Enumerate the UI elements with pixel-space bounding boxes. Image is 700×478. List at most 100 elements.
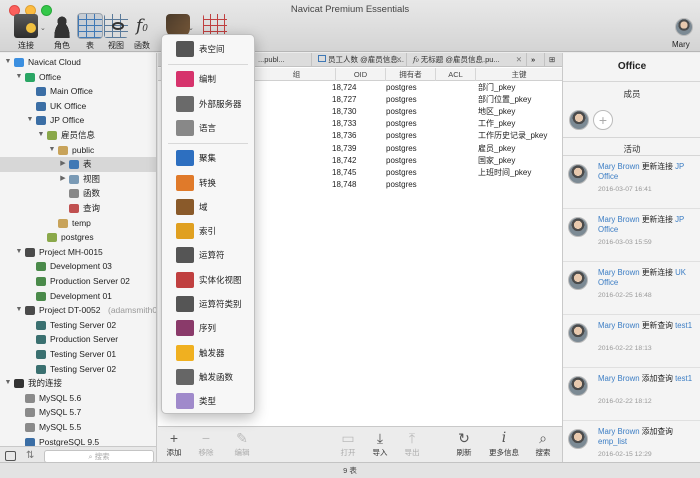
sidebar-item[interactable]: MySQL 5.5 — [0, 420, 156, 435]
sidebar-item[interactable]: Testing Server 01 — [0, 347, 156, 362]
sidebar-item[interactable]: ▼ JP Office — [0, 113, 156, 128]
activity-item[interactable]: Mary Brown 添加查询 test1 2016-02-22 18:12 — [563, 368, 700, 421]
column-header-oid[interactable]: OID — [336, 68, 386, 81]
view-button[interactable]: 视图 — [104, 14, 128, 51]
tab-objects[interactable]: ...publ... — [254, 53, 312, 67]
sidebar-item[interactable]: Development 03 — [0, 259, 156, 274]
menu-item[interactable]: 类型 — [162, 390, 254, 412]
more-info-button[interactable]: i 更多信息 — [486, 430, 522, 458]
activity-target[interactable]: test1 — [675, 374, 692, 383]
activity-target[interactable]: emp_list — [598, 437, 627, 446]
activity-item[interactable]: Mary Brown 更新连接 UK Office 2016-02-25 16:4… — [563, 262, 700, 315]
refresh-button[interactable]: ↻ 刷新 — [452, 430, 476, 458]
edit-button[interactable]: ✎ 编辑 — [230, 430, 254, 458]
activity-item[interactable]: Mary Brown 更新连接 JP Office 2016-03-07 16:4… — [563, 156, 700, 209]
activity-item[interactable]: Mary Brown 添加查询 emp_list 2016-02-15 12:29 — [563, 421, 700, 462]
column-header-owner[interactable]: 拥有者 — [386, 68, 436, 81]
sidebar-item[interactable]: Main Office — [0, 84, 156, 99]
sidebar-item[interactable]: 函数 — [0, 186, 156, 201]
disclosure-open-icon[interactable]: ▼ — [48, 143, 56, 158]
column-header-group[interactable]: 组 — [258, 68, 336, 81]
sidebar-item[interactable]: ▼ Project MH-0015 — [0, 245, 156, 260]
add-tab-icon[interactable]: ⊞ — [545, 53, 562, 67]
disclosure-closed-icon[interactable]: ▶ — [59, 157, 67, 172]
sidebar-item[interactable]: Production Server 02 — [0, 274, 156, 289]
sidebar-item[interactable]: Testing Server 02 — [0, 362, 156, 377]
menu-item[interactable]: 序列 — [162, 317, 254, 339]
activity-item[interactable]: Mary Brown 更新连接 JP Office 2016-03-03 15:5… — [563, 209, 700, 262]
column-header-primary-key[interactable]: 主键 — [476, 68, 562, 81]
sidebar-item[interactable]: ▼ Project DT-0052 (adamsmith07... — [0, 303, 156, 318]
tab-employee-count[interactable]: 员工人数 @雇员信息... ✕ — [312, 53, 407, 67]
sidebar-toggle-icon[interactable] — [5, 451, 16, 461]
menu-item[interactable]: 实体化视图 — [162, 269, 254, 291]
menu-item[interactable]: 聚集 — [162, 147, 254, 169]
sidebar-item[interactable]: ▼ 我的连接 — [0, 376, 156, 391]
disclosure-open-icon[interactable]: ▼ — [4, 376, 12, 391]
activity-user[interactable]: Mary Brown — [598, 374, 640, 383]
menu-item[interactable]: 外部服务器 — [162, 93, 254, 115]
column-header-acl[interactable]: ACL — [436, 68, 476, 81]
menu-item[interactable]: 运算符类别 — [162, 293, 254, 315]
close-tab-icon[interactable]: ✕ — [396, 53, 402, 67]
menu-item[interactable]: 运算符 — [162, 244, 254, 266]
disclosure-open-icon[interactable]: ▼ — [4, 55, 12, 70]
tab-overflow-icon[interactable]: » — [527, 53, 545, 67]
import-button[interactable]: ⤓ 导入 — [368, 430, 392, 458]
role-button[interactable]: 角色 — [50, 14, 74, 51]
disclosure-open-icon[interactable]: ▼ — [37, 128, 45, 143]
search-button[interactable]: ⌕ 搜索 — [530, 430, 556, 458]
export-button[interactable]: ⤒ 导出 — [400, 430, 424, 458]
connect-button[interactable]: 连接 — [12, 14, 40, 51]
function-button[interactable]: f0 函数 — [130, 14, 154, 51]
disclosure-closed-icon[interactable]: ▶ — [59, 172, 67, 187]
menu-item[interactable]: 索引 — [162, 220, 254, 242]
filter-icon[interactable]: ⇅ — [26, 450, 34, 461]
sidebar-item[interactable]: MySQL 5.7 — [0, 405, 156, 420]
menu-item[interactable]: 转换 — [162, 172, 254, 194]
sidebar-item[interactable]: 查询 — [0, 201, 156, 216]
remove-button[interactable]: − 移除 — [194, 430, 218, 458]
sidebar-item[interactable]: postgres — [0, 230, 156, 245]
connect-dropdown-icon[interactable]: ⌄ — [40, 24, 46, 32]
add-member-button[interactable]: + — [593, 110, 613, 130]
menu-item[interactable]: 编制 — [162, 68, 254, 90]
sidebar-item[interactable]: ▶ 视图 — [0, 172, 156, 187]
other-objects-dropdown-icon[interactable]: ⌄ — [188, 24, 194, 32]
sidebar-item[interactable]: ▶ 表 — [0, 157, 156, 172]
menu-item[interactable]: 触发函数 — [162, 366, 254, 388]
menu-item[interactable]: 语言 — [162, 117, 254, 139]
member-avatar[interactable] — [569, 110, 589, 130]
close-tab-icon[interactable]: ✕ — [516, 53, 522, 67]
sidebar-item[interactable]: UK Office — [0, 99, 156, 114]
sidebar-item[interactable]: Development 01 — [0, 289, 156, 304]
sidebar-item[interactable]: Testing Server 02 — [0, 318, 156, 333]
activity-item[interactable]: Mary Brown 更新查询 test1 2016-02-22 18:13 — [563, 315, 700, 368]
activity-user[interactable]: Mary Brown — [598, 162, 640, 171]
add-button[interactable]: + 添加 — [162, 430, 186, 458]
activity-user[interactable]: Mary Brown — [598, 215, 640, 224]
table-button[interactable]: 表 — [78, 14, 102, 51]
activity-user[interactable]: Mary Brown — [598, 427, 640, 436]
sidebar-item[interactable]: temp — [0, 216, 156, 231]
sidebar-item[interactable]: Production Server — [0, 332, 156, 347]
disclosure-open-icon[interactable]: ▼ — [15, 70, 23, 85]
sidebar-item[interactable]: ▼ Office — [0, 70, 156, 85]
disclosure-open-icon[interactable]: ▼ — [26, 113, 34, 128]
menu-item[interactable]: 表空间 — [162, 38, 254, 60]
sidebar-item[interactable]: ▼ 雇员信息 — [0, 128, 156, 143]
activity-target[interactable]: test1 — [675, 321, 692, 330]
activity-user[interactable]: Mary Brown — [598, 268, 640, 277]
user-avatar[interactable] — [675, 18, 693, 36]
tab-untitled[interactable]: f₀ 无标题 @雇员信息.pu... ✕ — [407, 53, 527, 67]
activity-user[interactable]: Mary Brown — [598, 321, 640, 330]
sidebar-item[interactable]: PostgreSQL 9.5 — [0, 435, 156, 446]
sidebar-item[interactable]: ▼ public — [0, 143, 156, 158]
sidebar-item[interactable]: MySQL 5.6 — [0, 391, 156, 406]
menu-item[interactable]: 域 — [162, 196, 254, 218]
disclosure-open-icon[interactable]: ▼ — [15, 245, 23, 260]
disclosure-open-icon[interactable]: ▼ — [15, 303, 23, 318]
menu-item[interactable]: 触发器 — [162, 342, 254, 364]
open-button[interactable]: ▭ 打开 — [336, 430, 360, 458]
sidebar-item[interactable]: ▼ Navicat Cloud — [0, 55, 156, 70]
